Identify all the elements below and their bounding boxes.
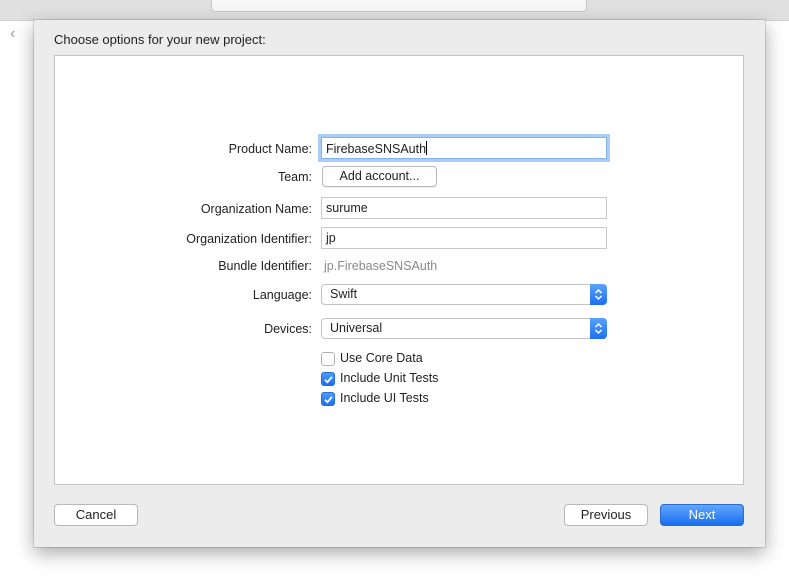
include-unit-tests-label: Include Unit Tests	[340, 371, 439, 385]
product-name-value: FirebaseSNSAuth	[326, 142, 427, 156]
organization-identifier-field[interactable]: jp	[321, 227, 607, 249]
background-title-field	[211, 0, 587, 12]
next-button[interactable]: Next	[660, 504, 744, 526]
product-name-field[interactable]: FirebaseSNSAuth	[321, 137, 607, 159]
include-ui-tests-label: Include UI Tests	[340, 391, 429, 405]
up-down-arrows-icon	[590, 318, 607, 339]
add-account-button[interactable]: Add account...	[322, 166, 437, 187]
checkmark-icon	[324, 376, 333, 384]
checkmark-icon	[324, 396, 333, 404]
organization-name-label: Organization Name:	[200, 202, 312, 216]
devices-label: Devices:	[264, 322, 312, 336]
up-down-arrows-icon	[590, 284, 607, 305]
language-value: Swift	[330, 287, 358, 301]
organization-name-field[interactable]: surume	[321, 197, 607, 219]
devices-value: Universal	[330, 321, 383, 335]
chevron-left-icon[interactable]: ‹	[10, 24, 24, 44]
bundle-identifier-value: jp.FirebaseSNSAuth	[324, 259, 438, 273]
checkbox-box[interactable]	[321, 392, 335, 406]
checkbox-box[interactable]	[321, 352, 335, 366]
organization-identifier-label: Organization Identifier:	[186, 232, 312, 246]
cancel-button[interactable]: Cancel	[54, 504, 138, 526]
language-label: Language:	[252, 288, 312, 302]
checkbox-box[interactable]	[321, 372, 335, 386]
team-label: Team:	[277, 170, 312, 184]
previous-button[interactable]: Previous	[564, 504, 648, 526]
devices-popup[interactable]: Universal	[321, 318, 607, 339]
use-core-data-label: Use Core Data	[340, 351, 423, 365]
bundle-identifier-label: Bundle Identifier:	[218, 259, 312, 273]
options-panel: Product Name: FirebaseSNSAuth Team: Add …	[54, 55, 744, 485]
product-name-label: Product Name:	[228, 142, 312, 156]
language-popup[interactable]: Swift	[321, 284, 607, 305]
sheet-title: Choose options for your new project:	[54, 32, 266, 47]
text-caret	[426, 141, 428, 155]
new-project-sheet: Choose options for your new project: Pro…	[34, 20, 765, 547]
